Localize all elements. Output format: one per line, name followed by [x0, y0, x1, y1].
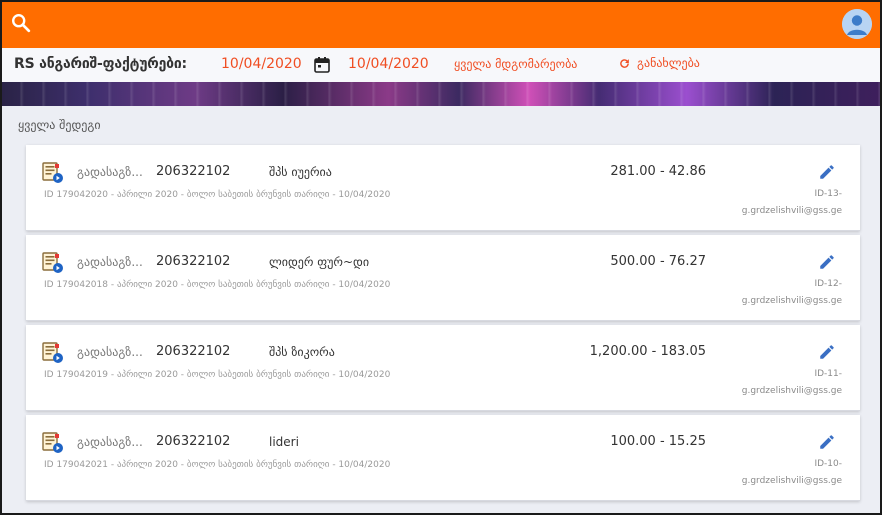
invoice-meta: ID 179042021 - აპრილი 2020 - ბოლო საბეთი… [44, 460, 391, 470]
user-email: g.grdzelishvili@gss.ge [741, 386, 842, 396]
amount: 281.00 - 42.86 [610, 164, 706, 179]
tax-id: 206322102 [156, 434, 231, 449]
account-circle-icon[interactable] [842, 9, 872, 39]
refresh-icon [618, 57, 631, 70]
status-filter-dropdown[interactable]: ყველა მდგომარეობა [454, 57, 577, 71]
list-item[interactable]: გადასაგზ... 206322102 ლიდერ ფურ~დი 500.0… [26, 235, 860, 321]
calendar-icon[interactable] [314, 56, 330, 73]
filter-bar: RS ანგარიშ-ფაქტურები: 10/04/2020 10/04/2… [2, 48, 880, 82]
company-name: ლიდერ ფურ~დი [269, 255, 370, 269]
user-email: g.grdzelishvili@gss.ge [741, 476, 842, 486]
amount: 1,200.00 - 183.05 [589, 344, 706, 359]
company-name: lideri [269, 435, 299, 449]
record-id: ID-13- [814, 189, 842, 199]
list-item[interactable]: გადასაგზ... 206322102 შპს ზიკორა 1,200.0… [26, 325, 860, 411]
invoice-document-icon [42, 162, 64, 184]
invoice-document-icon [42, 252, 64, 274]
search-icon[interactable] [10, 12, 32, 34]
invoice-list: გადასაგზ... 206322102 შპს იუერია 281.00 … [26, 145, 860, 505]
section-label: ყველა შედეგი [18, 118, 101, 132]
edit-pencil-icon[interactable] [818, 343, 836, 361]
app-window: RS ანგარიშ-ფაქტურები: 10/04/2020 10/04/2… [0, 0, 882, 515]
edit-pencil-icon[interactable] [818, 433, 836, 451]
refresh-button[interactable]: განახლება [618, 56, 700, 70]
record-id: ID-10- [814, 459, 842, 469]
invoice-type: გადასაგზ... [77, 345, 143, 359]
amount: 100.00 - 15.25 [610, 434, 706, 449]
user-email: g.grdzelishvili@gss.ge [741, 296, 842, 306]
top-app-bar [2, 2, 880, 48]
tax-id: 206322102 [156, 164, 231, 179]
amount: 500.00 - 76.27 [610, 254, 706, 269]
refresh-label: განახლება [637, 56, 700, 70]
tax-id: 206322102 [156, 344, 231, 359]
company-name: შპს იუერია [269, 165, 332, 179]
invoice-type: გადასაგზ... [77, 435, 143, 449]
tax-id: 206322102 [156, 254, 231, 269]
invoice-meta: ID 179042018 - აპრილი 2020 - ბოლო საბეთი… [44, 280, 391, 290]
user-email: g.grdzelishvili@gss.ge [741, 206, 842, 216]
company-name: შპს ზიკორა [269, 345, 335, 359]
list-item[interactable]: გადასაგზ... 206322102 lideri 100.00 - 15… [26, 415, 860, 501]
edit-pencil-icon[interactable] [818, 253, 836, 271]
filter-title: RS ანგარიშ-ფაქტურები: [14, 56, 187, 72]
invoice-document-icon [42, 432, 64, 454]
date-to-field[interactable]: 10/04/2020 [348, 56, 429, 72]
date-from-field[interactable]: 10/04/2020 [221, 56, 302, 72]
invoice-meta: ID 179042020 - აპრილი 2020 - ბოლო საბეთი… [44, 190, 391, 200]
invoice-type: გადასაგზ... [77, 255, 143, 269]
list-item[interactable]: გადასაგზ... 206322102 შპს იუერია 281.00 … [26, 145, 860, 231]
edit-pencil-icon[interactable] [818, 163, 836, 181]
invoice-document-icon [42, 342, 64, 364]
header-banner-overlay [2, 82, 880, 106]
record-id: ID-12- [814, 279, 842, 289]
record-id: ID-11- [814, 369, 842, 379]
invoice-type: გადასაგზ... [77, 165, 143, 179]
invoice-meta: ID 179042019 - აპრილი 2020 - ბოლო საბეთი… [44, 370, 391, 380]
